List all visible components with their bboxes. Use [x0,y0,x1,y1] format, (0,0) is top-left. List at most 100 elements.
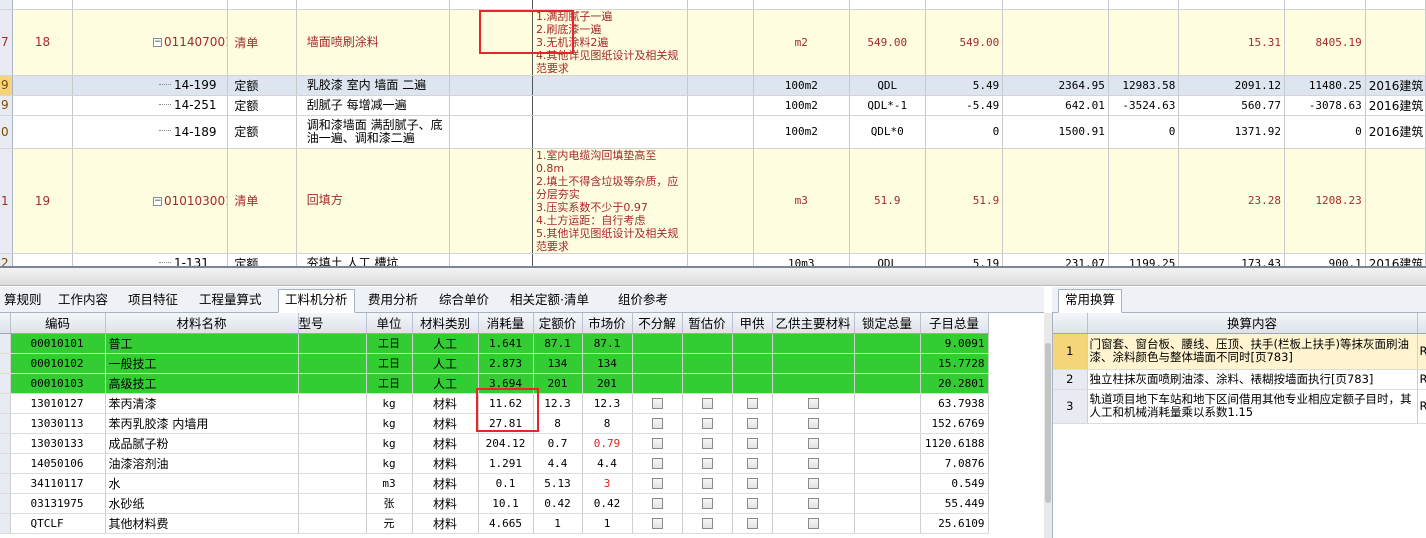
material-row[interactable]: 34110117 水 m3 材料 0.1 5.13 3 0.549 [0,473,989,494]
material-model[interactable] [298,433,367,454]
material-category[interactable]: 材料 [412,433,479,454]
no-decompose-cell[interactable] [632,393,683,414]
contractor-main-cell[interactable] [772,333,855,354]
total-price-cell[interactable]: 1199.25 [1108,253,1180,266]
material-category[interactable]: 人工 [412,333,479,354]
col-header-owner-supplied[interactable]: 甲供 [732,313,773,334]
provisional-cell[interactable] [682,453,733,474]
no-decompose-checkbox[interactable] [651,518,663,529]
material-row[interactable]: 00010101 普工 工日 人工 1.641 87.1 87.1 9.0091 [0,333,989,354]
name-cell[interactable]: 刮腻子 每增减一遍 [296,95,451,116]
material-name[interactable]: 一般技工 [105,353,299,374]
material-unit[interactable]: kg [366,413,413,434]
provisional-cell[interactable] [682,353,733,374]
material-code[interactable]: 00010102 [10,353,106,374]
composite-total-cell[interactable]: 900.1 [1284,253,1366,266]
qty-cell[interactable]: 5.19 [925,253,1004,266]
conversion-row-number[interactable]: 1 [1053,333,1088,370]
material-unit[interactable]: m3 [366,473,413,494]
material-quota-price[interactable]: 12.3 [533,393,583,414]
contractor-main-checkbox[interactable] [807,418,819,429]
qty-cell[interactable]: 5.49 [925,75,1004,96]
no-decompose-checkbox[interactable] [651,458,663,469]
col-header-lock-total[interactable]: 锁定总量 [854,313,921,334]
col-header-no-decompose[interactable]: 不分解 [632,313,683,334]
conversion-row[interactable]: 2独立柱抹灰面喷刷油漆、涂料、裱糊按墙面执行[页783]R [1053,369,1426,390]
material-quota-price[interactable]: 1 [533,513,583,534]
unit-cell[interactable]: 100m2 [753,95,850,116]
material-model[interactable] [298,393,367,414]
tag-cell[interactable] [1365,148,1426,254]
material-market-price[interactable]: 8 [582,413,633,434]
material-model[interactable] [298,473,367,494]
qty-cell[interactable]: 549.00 [925,9,1004,76]
owner-supplied-cell[interactable] [732,393,773,414]
conversion-row[interactable]: 3 轨道项目地下车站和地下区间借用其他专业相应定额子目时，其人工和机械消耗量乘以系… [1053,389,1426,424]
material-quota-price[interactable]: 4.4 [533,453,583,474]
contractor-main-checkbox[interactable] [807,458,819,469]
material-row[interactable]: 13030133 成品腻子粉 kg 材料 204.12 0.7 0.79 1120.6188 [0,433,989,454]
col-header-category[interactable]: 材料类别 [412,313,479,334]
provisional-checkbox[interactable] [701,518,713,529]
material-category[interactable]: 材料 [412,513,479,534]
material-consumption[interactable]: 1.641 [478,333,534,354]
item-total-cell[interactable]: 63.7938 [920,393,989,414]
material-market-price[interactable]: 0.79 [582,433,633,454]
material-row[interactable]: 13030113 苯丙乳胶漆 内墙用 kg 材料 27.81 8 8 152.6769 [0,413,989,434]
material-consumption[interactable]: 2.873 [478,353,534,374]
material-consumption[interactable]: 11.62 [478,393,534,414]
pane-splitter[interactable] [0,266,1426,286]
material-row[interactable]: QTCLF 其他材料费元材料 4.665 1 1 25.6109 [0,513,989,534]
tag-cell[interactable]: 2016建筑 [1365,253,1426,266]
material-name[interactable]: 普工 [105,333,299,354]
material-name[interactable]: 其他材料费 [105,513,299,534]
provisional-checkbox[interactable] [701,458,713,469]
conversion-extra[interactable]: R [1417,389,1426,424]
unit-price-cell[interactable]: 231.07 [1002,253,1109,266]
seq-cell[interactable] [12,0,74,10]
kind-cell[interactable]: 定额 [227,253,297,266]
material-row[interactable]: 13010127 苯丙清漆 kg 材料 11.62 12.3 12.3 63.7938 [0,393,989,414]
conversion-extra[interactable]: R [1417,369,1426,390]
no-decompose-checkbox[interactable] [651,418,663,429]
composite-price-cell[interactable]: 2091.12 [1178,75,1285,96]
material-market-price[interactable]: 1 [582,513,633,534]
total-price-cell[interactable]: 0 [1108,115,1180,149]
material-category[interactable]: 材料 [412,413,479,434]
material-unit[interactable]: kg [366,453,413,474]
material-market-price[interactable]: 201 [582,373,633,394]
row-indicator[interactable] [0,453,11,474]
material-consumption[interactable]: 27.81 [478,413,534,434]
expr-cell[interactable]: QDL*0 [849,115,926,149]
conversion-row[interactable]: 1 门窗套、窗台板、腰线、压顶、扶手(栏板上扶手)等抹灰面刷油漆、涂料颜色与整体墙… [1053,333,1426,370]
material-model[interactable] [298,353,367,374]
owner-supplied-cell[interactable] [732,413,773,434]
owner-supplied-checkbox[interactable] [746,458,758,469]
composite-price-cell[interactable]: 15.31 [1178,9,1285,76]
material-model[interactable] [298,333,367,354]
composite-price-cell[interactable]: 1371.92 [1178,115,1285,149]
tab-pricing-reference[interactable]: 组价参考 [612,290,674,312]
composite-total-cell[interactable]: 1208.23 [1284,148,1366,254]
conversion-text[interactable]: 门窗套、窗台板、腰线、压顶、扶手(栏板上扶手)等抹灰面刷油漆、涂料颜色与整体墙面… [1087,333,1418,370]
unit-price-cell[interactable]: 642.01 [1002,95,1109,116]
tag-cell[interactable]: 2016建筑 [1365,95,1426,116]
unit-price-cell[interactable]: 1500.91 [1002,115,1109,149]
no-decompose-cell[interactable] [632,433,683,454]
total-price-cell[interactable] [1108,0,1180,10]
material-category[interactable]: 材料 [412,393,479,414]
material-code[interactable]: 13010127 [10,393,106,414]
item-total-cell[interactable]: 20.2801 [920,373,989,394]
col-header-code[interactable]: 编码 [10,313,106,334]
code-cell[interactable]: 1-131 [72,253,229,266]
quota-item-row[interactable]: 2 1-131 定额 夯填土 人工 槽坑 10m3 QDL 5.19 231.07 1199.2… [0,253,1426,266]
material-market-price[interactable]: 134 [582,353,633,374]
material-code[interactable]: 13030113 [10,413,106,434]
material-unit[interactable]: kg [366,393,413,414]
lock-total-cell[interactable] [854,393,921,414]
material-quota-price[interactable]: 87.1 [533,333,583,354]
code-cell[interactable]: −011407001001 [72,9,229,76]
col-header-name[interactable]: 材料名称 [105,313,299,334]
total-price-cell[interactable]: 12983.58 [1108,75,1180,96]
item-total-cell[interactable]: 55.449 [920,493,989,514]
